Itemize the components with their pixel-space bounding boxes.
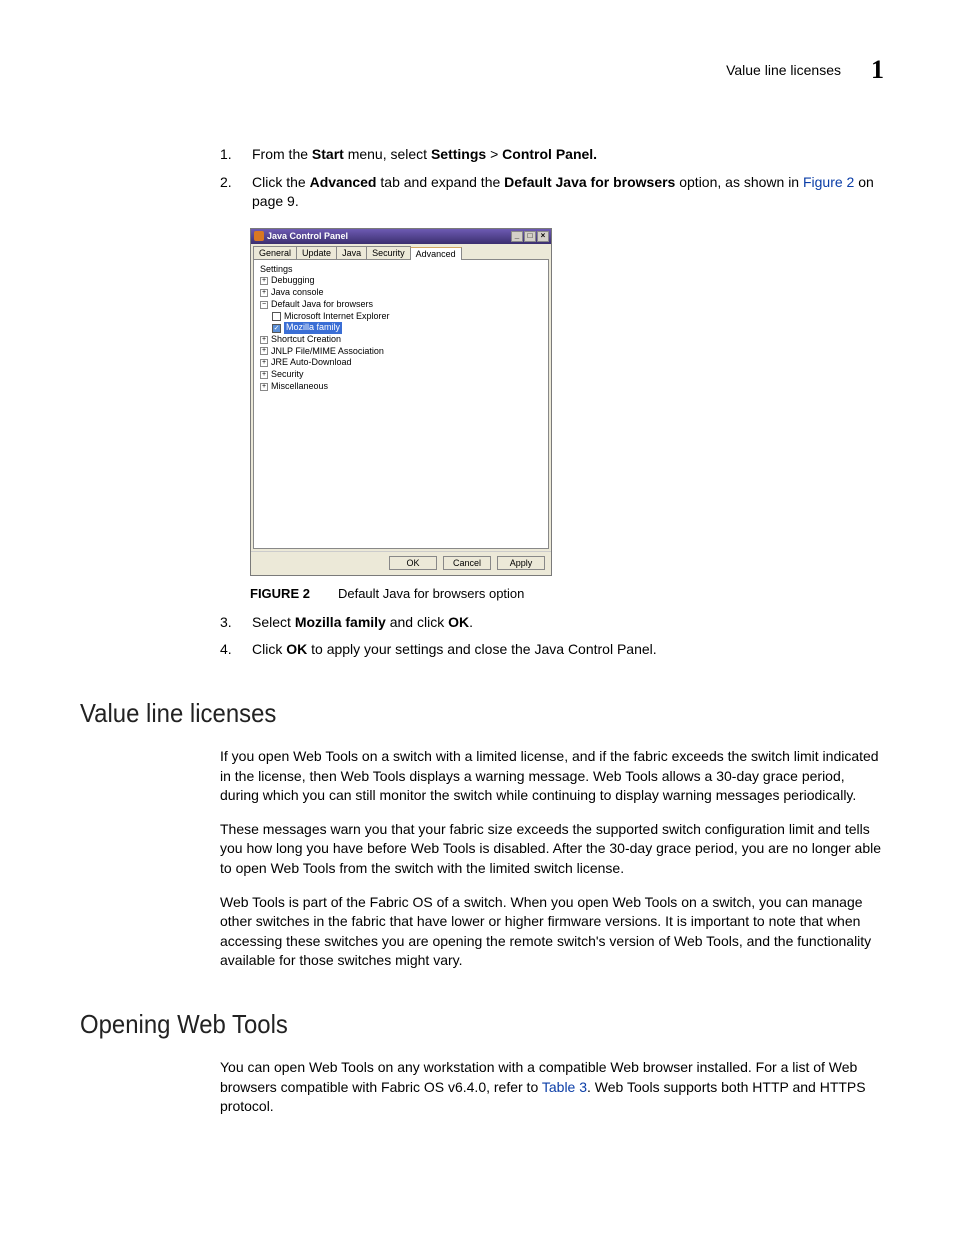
minimize-icon[interactable]: _ xyxy=(511,231,523,242)
header-title: Value line licenses xyxy=(726,62,841,78)
tree-node-misc[interactable]: +Miscellaneous xyxy=(260,381,542,393)
paragraph: These messages warn you that your fabric… xyxy=(220,820,884,879)
paragraph: If you open Web Tools on a switch with a… xyxy=(220,747,884,806)
figure-caption-text: Default Java for browsers option xyxy=(338,586,524,601)
java-control-panel-window: Java Control Panel _ □ × General Update … xyxy=(250,228,552,576)
titlebar: Java Control Panel _ □ × xyxy=(251,229,551,244)
steps-list-top: 1. From the Start menu, select Settings … xyxy=(220,145,884,212)
tab-security[interactable]: Security xyxy=(366,246,411,259)
java-icon xyxy=(254,231,264,241)
tab-advanced[interactable]: Advanced xyxy=(410,247,462,260)
collapse-icon[interactable]: − xyxy=(260,301,268,309)
tab-general[interactable]: General xyxy=(253,246,297,259)
tab-update[interactable]: Update xyxy=(296,246,337,259)
tab-java[interactable]: Java xyxy=(336,246,367,259)
settings-tree: Settings +Debugging +Java console −Defau… xyxy=(253,259,549,549)
tree-node-jnlp[interactable]: +JNLP File/MIME Association xyxy=(260,346,542,358)
expand-icon[interactable]: + xyxy=(260,289,268,297)
expand-icon[interactable]: + xyxy=(260,347,268,355)
chapter-number: 1 xyxy=(871,55,884,85)
step-text: Select Mozilla family and click OK. xyxy=(252,613,473,633)
step-text: From the Start menu, select Settings > C… xyxy=(252,145,597,165)
tree-leaf-mozilla[interactable]: ✓Mozilla family xyxy=(260,322,542,334)
step-number: 2. xyxy=(220,173,238,212)
steps-list-bottom: 3. Select Mozilla family and click OK. 4… xyxy=(220,613,884,660)
checkbox-icon[interactable] xyxy=(272,312,281,321)
tree-node-shortcut[interactable]: +Shortcut Creation xyxy=(260,334,542,346)
paragraph: Web Tools is part of the Fabric OS of a … xyxy=(220,893,884,971)
figure-java-panel: Java Control Panel _ □ × General Update … xyxy=(250,228,884,576)
step-number: 3. xyxy=(220,613,238,633)
expand-icon[interactable]: + xyxy=(260,383,268,391)
apply-button[interactable]: Apply xyxy=(497,556,545,570)
cancel-button[interactable]: Cancel xyxy=(443,556,491,570)
expand-icon[interactable]: + xyxy=(260,277,268,285)
tree-node-debugging[interactable]: +Debugging xyxy=(260,275,542,287)
step-number: 1. xyxy=(220,145,238,165)
tree-root: Settings xyxy=(260,264,542,276)
checkbox-checked-icon[interactable]: ✓ xyxy=(272,324,281,333)
heading-value-line-licenses: Value line licenses xyxy=(80,698,820,729)
tree-leaf-msie[interactable]: Microsoft Internet Explorer xyxy=(260,311,542,323)
figure-link[interactable]: Figure 2 xyxy=(803,174,854,190)
figure-caption: FIGURE 2 Default Java for browsers option xyxy=(250,586,884,601)
tree-node-java-console[interactable]: +Java console xyxy=(260,287,542,299)
tree-node-default-java[interactable]: −Default Java for browsers xyxy=(260,299,542,311)
step-text: Click OK to apply your settings and clos… xyxy=(252,640,657,660)
table-link[interactable]: Table 3 xyxy=(542,1079,587,1095)
page-header: Value line licenses 1 xyxy=(80,55,884,85)
heading-opening-web-tools: Opening Web Tools xyxy=(80,1009,820,1040)
ok-button[interactable]: OK xyxy=(389,556,437,570)
tab-strip: General Update Java Security Advanced xyxy=(251,244,551,259)
panel-footer: OK Cancel Apply xyxy=(251,551,551,575)
expand-icon[interactable]: + xyxy=(260,336,268,344)
expand-icon[interactable]: + xyxy=(260,359,268,367)
paragraph: You can open Web Tools on any workstatio… xyxy=(220,1058,884,1117)
figure-label: FIGURE 2 xyxy=(250,586,310,601)
tree-node-security[interactable]: +Security xyxy=(260,369,542,381)
step-text: Click the Advanced tab and expand the De… xyxy=(252,173,884,212)
maximize-icon[interactable]: □ xyxy=(524,231,536,242)
step-number: 4. xyxy=(220,640,238,660)
tree-node-jre[interactable]: +JRE Auto-Download xyxy=(260,357,542,369)
window-title: Java Control Panel xyxy=(267,231,348,241)
close-icon[interactable]: × xyxy=(537,231,549,242)
expand-icon[interactable]: + xyxy=(260,371,268,379)
